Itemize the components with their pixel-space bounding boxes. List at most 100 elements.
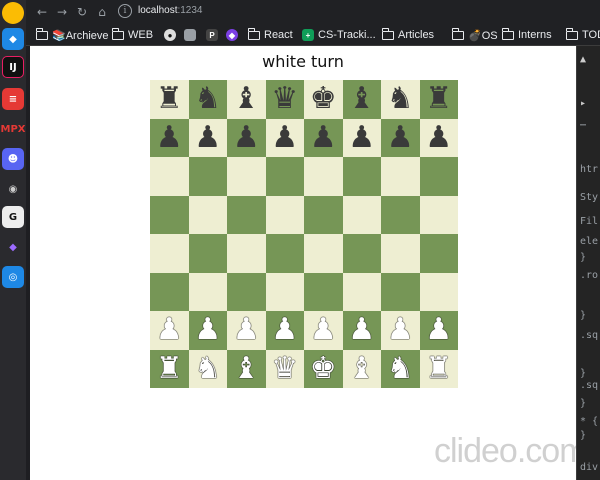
board-square[interactable] — [227, 195, 266, 234]
board-square[interactable]: ♟ — [265, 311, 304, 350]
bookmark-archieve[interactable]: 📚Archieve — [35, 27, 109, 43]
black-pawn-icon[interactable]: ♟ — [310, 122, 337, 153]
white-bishop-icon[interactable]: ♝ — [348, 353, 375, 384]
board-square[interactable]: ♜ — [419, 80, 458, 119]
crystal-icon[interactable]: ◆ — [2, 236, 24, 258]
white-knight-icon[interactable]: ♞ — [194, 353, 221, 384]
black-pawn-icon[interactable]: ♟ — [271, 122, 298, 153]
forward-icon[interactable]: → — [54, 4, 70, 20]
board-square[interactable]: ♟ — [265, 118, 304, 157]
white-queen-icon[interactable]: ♛ — [271, 353, 298, 384]
board-square[interactable] — [381, 157, 420, 196]
back-icon[interactable]: ← — [34, 4, 50, 20]
board-square[interactable]: ♜ — [150, 80, 189, 119]
board-square[interactable] — [150, 195, 189, 234]
board-square[interactable] — [304, 157, 343, 196]
home-icon[interactable]: ⌂ — [94, 4, 110, 20]
obs-icon[interactable]: ◉ — [2, 178, 24, 200]
board-square[interactable] — [150, 157, 189, 196]
black-pawn-icon[interactable]: ♟ — [156, 122, 183, 153]
board-square[interactable] — [304, 272, 343, 311]
black-pawn-icon[interactable]: ♟ — [233, 122, 260, 153]
black-pawn-icon[interactable]: ♟ — [194, 122, 221, 153]
board-square[interactable]: ♟ — [188, 118, 227, 157]
bookmark-cs-tracking[interactable]: + CS-Tracki... — [302, 27, 376, 43]
black-rook-icon[interactable]: ♜ — [156, 84, 183, 114]
white-knight-icon[interactable]: ♞ — [387, 353, 414, 384]
board-square[interactable]: ♟ — [304, 311, 343, 350]
bookmark-web[interactable]: WEB — [111, 27, 153, 43]
board-square[interactable]: ♟ — [342, 311, 381, 350]
github-bookmark[interactable]: ● — [164, 27, 180, 43]
board-square[interactable] — [265, 234, 304, 273]
board-square[interactable] — [381, 272, 420, 311]
white-pawn-icon[interactable]: ♟ — [348, 315, 375, 345]
todoist-icon[interactable]: ≡ — [2, 88, 24, 110]
black-pawn-icon[interactable]: ♟ — [387, 122, 414, 153]
site-info-icon[interactable]: i — [118, 4, 132, 18]
board-square[interactable]: ♜ — [419, 349, 458, 388]
board-square[interactable]: ♟ — [150, 311, 189, 350]
board-square[interactable]: ♟ — [150, 118, 189, 157]
intellij-icon[interactable]: IJ — [2, 56, 24, 78]
black-king-icon[interactable]: ♚ — [310, 84, 337, 114]
board-square[interactable] — [227, 234, 266, 273]
board-square[interactable] — [419, 272, 458, 311]
board-square[interactable] — [188, 272, 227, 311]
board-square[interactable] — [381, 195, 420, 234]
board-square[interactable] — [265, 272, 304, 311]
board-square[interactable]: ♝ — [342, 80, 381, 119]
board-square[interactable] — [342, 272, 381, 311]
white-rook-icon[interactable]: ♜ — [425, 353, 452, 384]
board-square[interactable]: ♟ — [227, 311, 266, 350]
board-square[interactable] — [150, 272, 189, 311]
black-pawn-icon[interactable]: ♟ — [425, 122, 452, 153]
vscode-icon[interactable]: ◆ — [2, 28, 24, 50]
black-rook-icon[interactable]: ♜ — [425, 84, 452, 114]
board-square[interactable] — [227, 157, 266, 196]
bookmark-interns[interactable]: Interns — [501, 27, 552, 43]
bookmark-tod[interactable]: TOD — [565, 27, 600, 43]
board-square[interactable]: ♚ — [304, 80, 343, 119]
white-pawn-icon[interactable]: ♟ — [425, 315, 452, 345]
board-square[interactable]: ♝ — [227, 349, 266, 388]
bookmark-react[interactable]: React — [247, 27, 293, 43]
black-bishop-icon[interactable]: ♝ — [233, 84, 260, 114]
white-pawn-icon[interactable]: ♟ — [271, 315, 298, 345]
board-square[interactable]: ♟ — [227, 118, 266, 157]
board-square[interactable]: ♞ — [188, 349, 227, 388]
gray-bookmark[interactable] — [184, 27, 200, 43]
reload-icon[interactable]: ↻ — [74, 4, 90, 20]
devtools-tab-top-icon[interactable]: ▲ — [580, 54, 586, 65]
board-square[interactable] — [265, 157, 304, 196]
board-square[interactable] — [342, 234, 381, 273]
white-rook-icon[interactable]: ♜ — [156, 353, 183, 384]
board-square[interactable] — [188, 157, 227, 196]
bookmark-articles[interactable]: Articles — [381, 27, 434, 43]
board-square[interactable]: ♜ — [150, 349, 189, 388]
board-square[interactable]: ♟ — [419, 118, 458, 157]
discord-icon[interactable]: ☻ — [2, 148, 24, 170]
board-square[interactable]: ♝ — [227, 80, 266, 119]
black-queen-icon[interactable]: ♛ — [271, 84, 298, 114]
board-square[interactable] — [304, 234, 343, 273]
board-square[interactable] — [419, 195, 458, 234]
address-bar[interactable]: i localhost:1234 — [114, 3, 594, 21]
black-pawn-icon[interactable]: ♟ — [348, 122, 375, 153]
board-square[interactable]: ♟ — [304, 118, 343, 157]
board-square[interactable] — [419, 234, 458, 273]
devtools-ellipsis-icon[interactable]: ⋯ — [580, 120, 586, 131]
board-square[interactable] — [150, 234, 189, 273]
devtools-arrow-icon[interactable]: ▸ — [580, 98, 586, 109]
board-square[interactable] — [419, 157, 458, 196]
board-square[interactable] — [227, 272, 266, 311]
white-pawn-icon[interactable]: ♟ — [156, 315, 183, 345]
board-square[interactable]: ♛ — [265, 80, 304, 119]
board-square[interactable]: ♚ — [304, 349, 343, 388]
board-square[interactable]: ♟ — [188, 311, 227, 350]
board-square[interactable]: ♞ — [188, 80, 227, 119]
board-square[interactable] — [304, 195, 343, 234]
board-square[interactable]: ♞ — [381, 349, 420, 388]
mpx-icon[interactable]: MPX — [1, 118, 26, 140]
board-square[interactable] — [188, 195, 227, 234]
